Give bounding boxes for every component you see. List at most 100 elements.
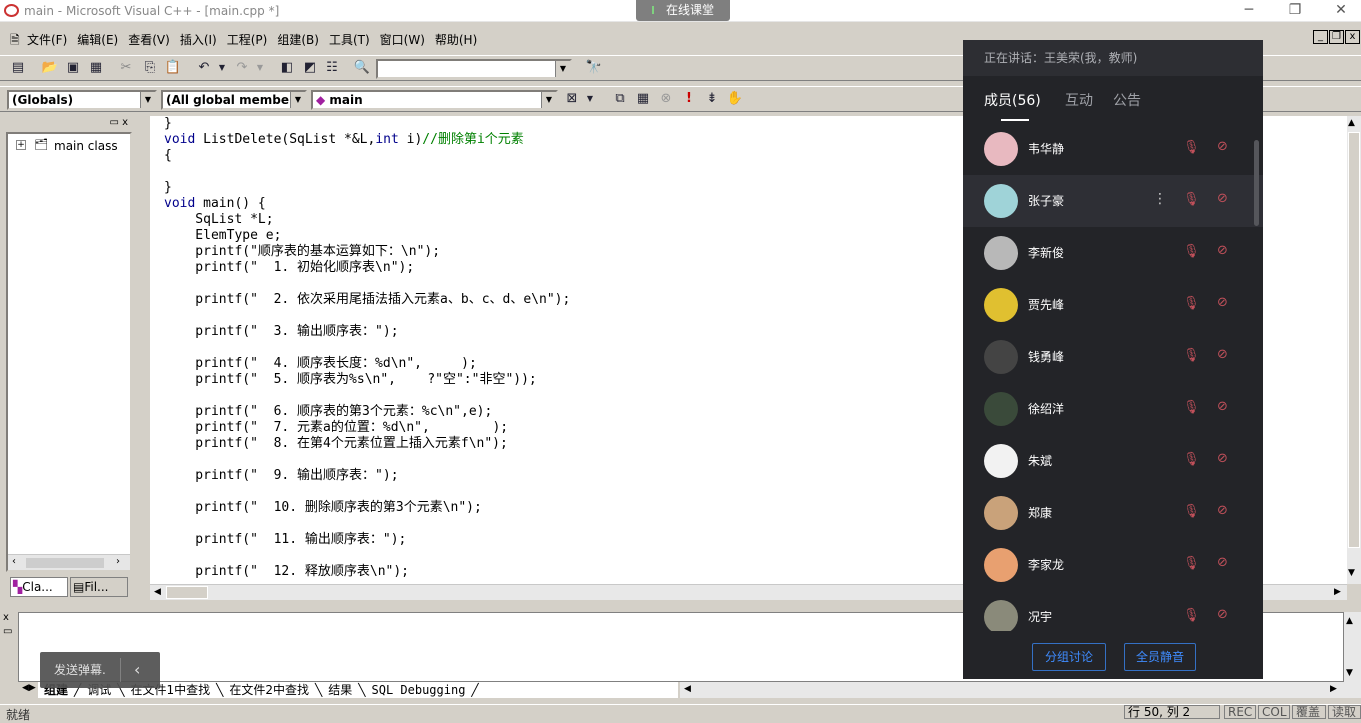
menu-build[interactable]: 组建(B) [272,28,324,51]
code-line[interactable]: void ListDelete(SqList *&L,int i)//删除第i个… [164,132,524,147]
chevron-down-icon[interactable]: ▼ [290,92,305,108]
camera-off-icon[interactable]: ⊘ [1217,348,1233,362]
code-line[interactable]: printf(" 11. 输出顺序表："); [164,532,406,547]
code-line[interactable]: printf(" 4. 顺序表长度：%d\n", ); [164,356,477,371]
member-row[interactable]: 韦华静 🎙 ⊘ [963,123,1263,175]
member-row[interactable]: 徐绍洋 🎙 ⊘ [963,383,1263,435]
function-combo[interactable]: ◆ main ▼ [311,90,558,110]
scroll-left-icon[interactable]: ◀ [154,587,161,597]
mic-muted-icon[interactable]: 🎙 [1183,452,1200,468]
scroll-up-icon[interactable]: ▲ [1348,118,1355,128]
redo-dropdown-icon[interactable]: ▼ [250,58,270,78]
members-combo[interactable]: (All global members ▼ [161,90,307,110]
menu-help[interactable]: 帮助(H) [430,28,482,51]
close-icon[interactable]: ✕ [1318,0,1361,22]
member-row[interactable]: 朱斌 🎙 ⊘ [963,435,1263,487]
code-line[interactable]: } [164,116,172,131]
code-line[interactable]: printf(" 5. 顺序表为%s\n", ?"空":"非空")); [164,372,536,387]
member-row[interactable]: 钱勇峰 🎙 ⊘ [963,331,1263,383]
scroll-thumb[interactable] [26,558,104,568]
code-line[interactable]: printf(" 1. 初始化顺序表\n"); [164,260,414,275]
output-restore-icon[interactable]: ▭ [3,626,15,638]
online-classroom-badge[interactable]: 在线课堂 [636,0,730,21]
menu-project[interactable]: 工程(P) [222,28,273,51]
wizard-action-icon[interactable]: ⊠ [562,89,582,109]
menu-tools[interactable]: 工具(T) [324,28,375,51]
cut-icon[interactable]: ✂ [116,58,136,78]
code-text[interactable]: } void ListDelete(SqList *&L,int i)//删除第… [164,116,570,580]
mic-muted-icon[interactable]: 🎙 [1183,296,1200,312]
code-line[interactable]: printf(" 8. 在第4个元素位置上插入元素f\n"); [164,436,508,451]
more-options-icon[interactable]: ⋮ [1153,191,1167,207]
camera-off-icon[interactable]: ⊘ [1217,556,1233,570]
window-list-icon[interactable]: ☷ [322,58,342,78]
scroll-down-icon[interactable]: ▼ [1348,568,1355,578]
scroll-thumb[interactable] [1348,132,1360,548]
save-icon[interactable]: ▣ [63,58,83,78]
mic-muted-icon[interactable]: 🎙 [1183,556,1200,572]
tab-interaction[interactable]: 互动 [1065,90,1093,110]
expand-icon[interactable]: + [16,140,26,150]
compile-icon[interactable]: ⧉ [610,89,630,109]
scroll-up-icon[interactable]: ▲ [1346,616,1353,626]
save-all-icon[interactable]: ▦ [86,58,106,78]
group-discussion-button[interactable]: 分组讨论 [1032,643,1106,671]
copy-icon[interactable]: ⎘ [140,58,160,78]
paste-icon[interactable]: 📋 [163,58,183,78]
tab-class-view[interactable]: ▚Cla... [10,577,68,597]
mdi-close-icon[interactable]: x [1345,30,1360,44]
wizard-dropdown-icon[interactable]: ▼ [580,89,600,109]
find-icon[interactable]: 🔭 [584,58,604,78]
classview-hscroll[interactable]: ‹ › [8,554,130,570]
camera-off-icon[interactable]: ⊘ [1217,504,1233,518]
scroll-down-icon[interactable]: ▼ [1346,668,1353,678]
build-icon[interactable]: ▦ [633,89,653,109]
mdi-minimize-icon[interactable]: _ [1313,30,1328,44]
code-line[interactable]: printf("顺序表的基本运算如下：\n"); [164,244,440,259]
go-icon[interactable]: ⇟ [702,89,722,109]
code-line[interactable]: printf(" 9. 输出顺序表："); [164,468,398,483]
undo-dropdown-icon[interactable]: ▼ [212,58,232,78]
chevron-down-icon[interactable]: ▼ [555,61,570,77]
output-vscroll[interactable]: ▲ ▼ [1344,612,1361,698]
scope-combo[interactable]: (Globals) ▼ [7,90,157,110]
member-row[interactable]: 郑康 🎙 ⊘ [963,487,1263,539]
member-row[interactable]: 李新俊 🎙 ⊘ [963,227,1263,279]
code-line[interactable]: printf(" 3. 输出顺序表："); [164,324,398,339]
undo-icon[interactable]: ↶ [194,58,214,78]
pane-restore-icon[interactable]: ▭ [109,117,118,128]
redo-icon[interactable]: ↷ [232,58,252,78]
workspace-icon[interactable]: ▤ [8,58,28,78]
member-row[interactable]: 况宇 🎙 ⊘ [963,591,1263,631]
tab-announcement[interactable]: 公告 [1113,90,1141,110]
mic-muted-icon[interactable]: 🎙 [1183,504,1200,520]
tab-results[interactable]: 结果 [322,683,358,697]
workspace-window-icon[interactable]: ◧ [277,58,297,78]
scroll-thumb[interactable] [166,586,208,599]
tree-item-main-class[interactable]: main class [54,139,118,153]
send-danmu-bar[interactable]: 发送弹幕. ‹ [40,652,160,688]
camera-off-icon[interactable]: ⊘ [1217,244,1233,258]
scroll-left-icon[interactable]: ◀ [684,684,691,694]
member-row[interactable]: 李家龙 🎙 ⊘ [963,539,1263,591]
member-list-scrollbar[interactable] [1254,140,1259,226]
menu-view[interactable]: 查看(V) [123,28,175,51]
camera-off-icon[interactable]: ⊘ [1217,452,1233,466]
open-icon[interactable]: 📂 [40,58,60,78]
tab-find2[interactable]: 在文件2中查找 [223,683,315,697]
mic-muted-icon[interactable]: 🎙 [1183,192,1200,208]
code-line[interactable]: printf(" 10. 删除顺序表的第3个元素\n"); [164,500,482,515]
camera-off-icon[interactable]: ⊘ [1217,400,1233,414]
scroll-right-icon[interactable]: › [116,556,120,567]
find-in-files-icon[interactable]: 🔍 [352,58,372,78]
mic-muted-icon[interactable]: 🎙 [1183,140,1200,156]
camera-off-icon[interactable]: ⊘ [1217,140,1233,154]
camera-off-icon[interactable]: ⊘ [1217,296,1233,310]
code-line[interactable]: printf(" 12. 释放顺序表\n"); [164,564,409,579]
mic-muted-icon[interactable]: 🎙 [1183,348,1200,364]
member-row[interactable]: 贾先峰 🎙 ⊘ [963,279,1263,331]
mic-muted-icon[interactable]: 🎙 [1183,244,1200,260]
execute-icon[interactable]: ! [679,89,699,109]
member-row[interactable]: 张子豪 🎙 ⊘ ⋮ [963,175,1263,227]
scroll-right-icon[interactable]: ▶ [1330,684,1337,694]
